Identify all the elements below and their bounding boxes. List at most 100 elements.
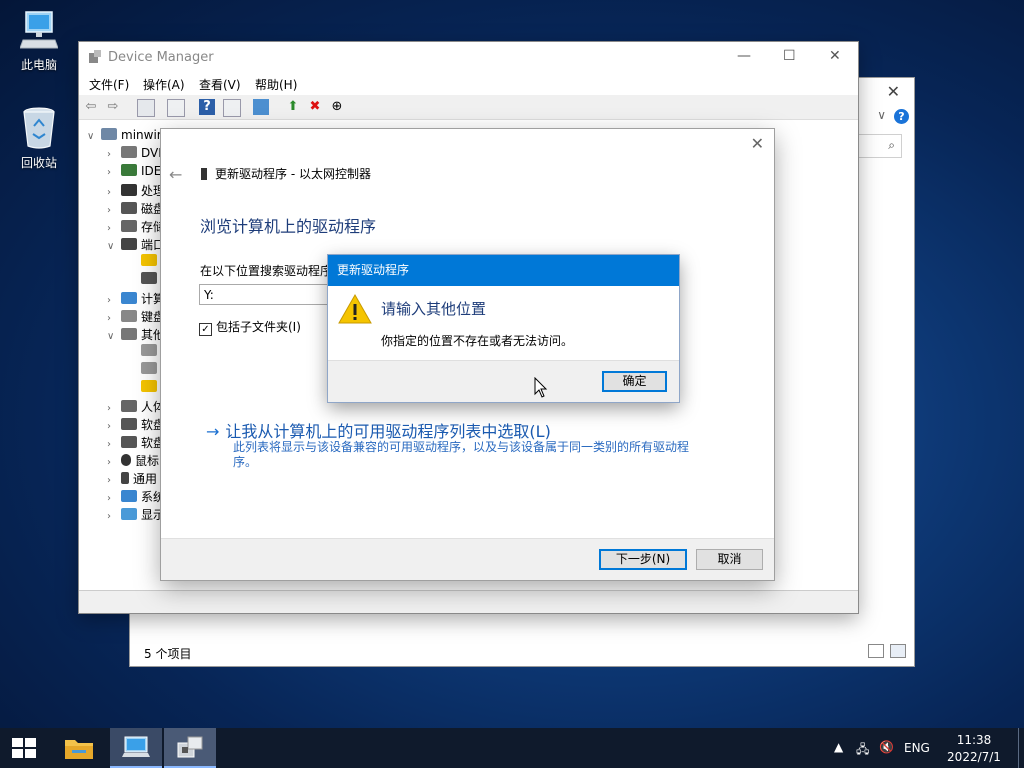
title-bar: Device Manager — ☐ ✕ (79, 42, 858, 73)
port-device-icon (141, 272, 157, 284)
show-hidden-icons-button[interactable]: ▲ (834, 740, 848, 768)
forward-icon[interactable]: ⇨ (105, 99, 121, 115)
help-icon[interactable]: ? (199, 99, 215, 115)
menu-help[interactable]: 帮助(H) (255, 76, 297, 93)
tree-item[interactable]: › 计算 (107, 290, 165, 308)
minimize-button[interactable]: — (737, 48, 751, 64)
tree-item[interactable]: › 显示 (107, 506, 165, 524)
tree-item[interactable]: › DVD (107, 146, 167, 164)
warning-icon (141, 254, 157, 266)
folder-icon (65, 740, 93, 759)
tree-subitem[interactable] (141, 254, 161, 272)
clock[interactable]: 11:38 2022/7/1 (944, 728, 1004, 768)
wizard-heading: 浏览计算机上的驱动程序 (200, 217, 377, 236)
scan-hardware-icon[interactable] (253, 99, 269, 115)
download-icon[interactable]: ⊕ (329, 99, 345, 115)
uninstall-icon[interactable]: ✖ (307, 99, 323, 115)
tree-item[interactable]: › 人体 (107, 398, 165, 416)
device-manager-app-icon (89, 50, 101, 63)
other-devices-icon (121, 328, 137, 340)
explorer-status-text: 5 个项目 (144, 647, 192, 661)
floppy-icon (121, 418, 137, 430)
tree-subitem[interactable] (141, 272, 161, 290)
unknown-device-icon (141, 344, 157, 356)
dialog-title: 更新驱动程序 (328, 255, 679, 286)
tree-item[interactable]: › 键盘 (107, 308, 165, 326)
tree-item[interactable]: › 处理 (107, 182, 165, 200)
pick-driver-description: 此列表将显示与该设备兼容的可用驱动程序，以及与该设备属于同一类别的所有驱动程序。 (233, 440, 690, 469)
cancel-button[interactable]: 取消 (696, 549, 763, 570)
large-icons-view-icon[interactable] (890, 644, 906, 658)
dialog-message: 你指定的位置不存在或者无法访问。 (381, 334, 574, 348)
processor-icon (121, 184, 137, 196)
system-devices-icon (121, 490, 137, 502)
chevron-down-icon[interactable]: ∨ (877, 108, 886, 122)
desktop-icon-this-pc[interactable]: 此电脑 (9, 10, 69, 73)
desktop-icon-label: 此电脑 (20, 58, 57, 72)
explorer-search-input[interactable]: ⌕ (854, 134, 902, 158)
window-title: Device Manager (108, 50, 214, 65)
device-manager-app-icon (177, 736, 203, 758)
search-path-input[interactable]: Y: (199, 284, 339, 305)
tree-item[interactable]: ∨ 其他 (107, 326, 165, 344)
menu-bar: 文件(F) 操作(A) 查看(V) 帮助(H) (79, 73, 858, 95)
taskbar-device-manager[interactable] (164, 728, 216, 768)
properties-icon[interactable] (137, 99, 155, 117)
details-icon[interactable] (223, 99, 241, 117)
menu-file[interactable]: 文件(F) (89, 76, 129, 93)
input-language-indicator[interactable]: ENG (904, 741, 930, 768)
status-bar (79, 590, 858, 613)
dialog-footer: 确定 (328, 360, 679, 402)
view-toggle (862, 644, 906, 661)
computer-icon (20, 11, 58, 49)
network-icon[interactable]: 🖧 (856, 740, 869, 768)
search-icon: ⌕ (888, 138, 895, 152)
tree-item[interactable]: › IDE (107, 164, 161, 182)
tree-item[interactable]: › 存储 (107, 218, 165, 236)
network-adapter-icon (201, 168, 207, 180)
tree-subitem[interactable] (141, 380, 161, 398)
back-arrow-icon[interactable]: ← (169, 165, 182, 184)
ok-button[interactable]: 确定 (602, 371, 667, 392)
ide-controller-icon (121, 164, 137, 176)
explorer-close-button[interactable]: ✕ (887, 82, 900, 101)
windows-logo-icon (12, 738, 36, 758)
desktop-icon-label: 回收站 (20, 156, 57, 170)
tree-item[interactable]: ∨ 端口 (107, 236, 165, 254)
volume-muted-icon[interactable]: 🔇 (879, 740, 894, 768)
include-subfolders-checkbox[interactable]: ✓ 包括子文件夹(I) (199, 318, 301, 336)
search-location-label: 在以下位置搜索驱动程序 (200, 264, 333, 278)
update-driver-icon[interactable]: ⬆ (285, 99, 301, 115)
list-view-icon[interactable] (167, 99, 185, 117)
tree-item[interactable]: › 系统 (107, 488, 165, 506)
taskbar-explorer-window[interactable] (110, 728, 162, 768)
floppy-controller-icon (121, 436, 137, 448)
mouse-cursor-icon (534, 377, 548, 398)
pick-driver-link[interactable]: → 让我从计算机上的可用驱动程序列表中选取(L) (206, 418, 551, 442)
tree-root[interactable]: ∨ minwir (87, 128, 162, 146)
close-button[interactable]: ✕ (829, 48, 841, 64)
tree-item[interactable]: › 通用 (107, 470, 157, 488)
taskbar-file-explorer[interactable] (56, 728, 102, 768)
warning-icon (338, 293, 372, 324)
desktop-icon-recycle-bin[interactable]: 回收站 (9, 106, 69, 171)
chevron-up-icon: ▲ (834, 740, 844, 754)
unknown-device-icon (141, 362, 157, 374)
tree-subitem[interactable] (141, 362, 161, 380)
tree-item[interactable]: › 软盘 (107, 434, 165, 452)
tree-item[interactable]: › 鼠标 (107, 452, 159, 470)
show-desktop-button[interactable] (1018, 728, 1024, 768)
wizard-close-button[interactable]: ✕ (751, 134, 764, 153)
menu-view[interactable]: 查看(V) (199, 76, 241, 93)
tree-item[interactable]: › 磁盘 (107, 200, 165, 218)
menu-action[interactable]: 操作(A) (143, 76, 185, 93)
help-icon[interactable]: ? (894, 109, 909, 124)
keyboard-icon (121, 310, 137, 322)
next-button[interactable]: 下一步(N) (599, 549, 687, 570)
details-view-icon[interactable] (868, 644, 884, 658)
tree-item[interactable]: › 软盘 (107, 416, 165, 434)
tree-subitem[interactable] (141, 344, 161, 362)
start-button[interactable] (0, 728, 48, 768)
back-icon[interactable]: ⇦ (83, 99, 99, 115)
maximize-button[interactable]: ☐ (783, 48, 796, 64)
